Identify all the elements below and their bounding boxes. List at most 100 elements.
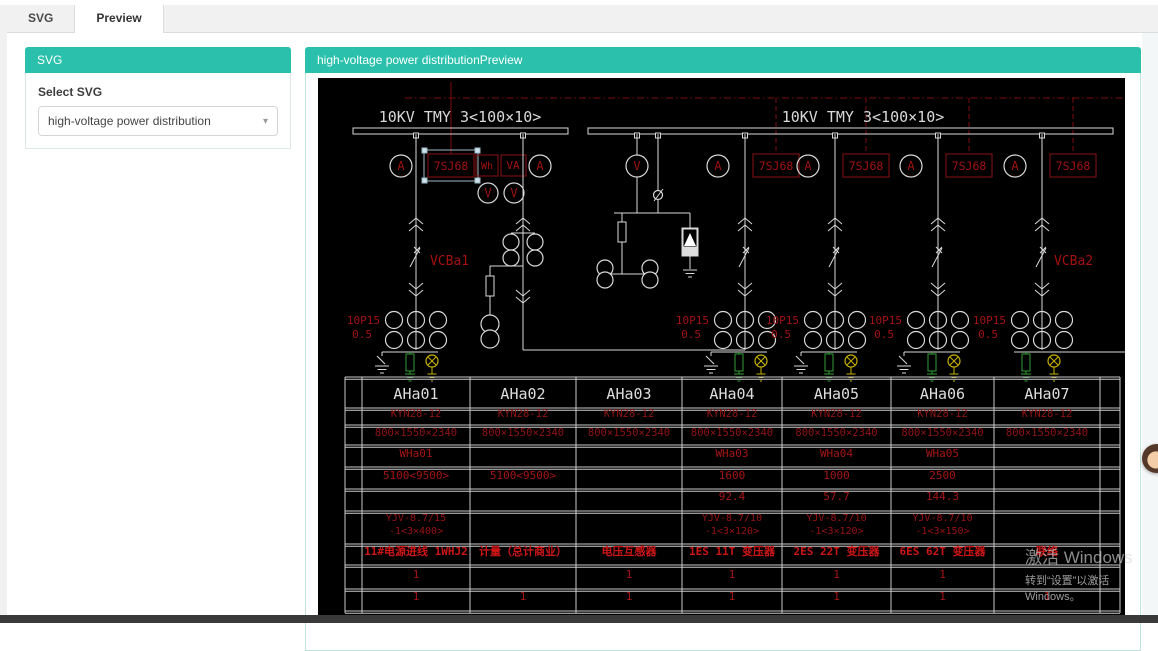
ct-ratio-label: 0.5 bbox=[771, 328, 791, 341]
svg-select-value: high-voltage power distribution bbox=[48, 114, 211, 128]
table-cell: 1 bbox=[626, 590, 633, 603]
relay-box-label: 7SJ68 bbox=[1056, 159, 1091, 173]
feeder-aha06: A 7SJ68 10P150.5 bbox=[869, 134, 992, 381]
table-cell: 2500 bbox=[929, 469, 956, 482]
table-header-cell: AHa02 bbox=[500, 385, 545, 403]
tab-preview[interactable]: Preview bbox=[74, 5, 163, 33]
busbar-2: 10KV TMY 3<100×10> bbox=[588, 108, 1113, 134]
table-cell: KYN28-12 bbox=[917, 408, 968, 420]
table-cell: YJV-8.7/10 bbox=[806, 513, 866, 524]
table-cell: 800×1550×2340 bbox=[482, 427, 564, 439]
table-cell: -1<3×120> bbox=[705, 526, 759, 537]
tab-svg[interactable]: SVG bbox=[7, 5, 74, 32]
ammeter-icon: A bbox=[1011, 159, 1019, 173]
table-cell: 1ES 11T 变压器 bbox=[689, 544, 776, 558]
ct-ratio-label: 10P15 bbox=[676, 314, 709, 327]
table-cell: KYN28-12 bbox=[1022, 408, 1073, 420]
ct-ratio-label: 10P15 bbox=[869, 314, 902, 327]
table-cell: 计量（总计商业） bbox=[479, 544, 567, 558]
breaker-label: VCBa1 bbox=[430, 254, 469, 269]
table-cell: 11#电源进线 1WHJ2 bbox=[364, 544, 468, 558]
table-cell: 1 bbox=[626, 568, 633, 581]
voltmeter-icon: V bbox=[484, 186, 491, 200]
feeder-aha07: A7SJ68VCBa210P150.5 bbox=[973, 134, 1125, 381]
wh-meter-label: Wh bbox=[481, 161, 493, 172]
table-cell: 144.3 bbox=[926, 490, 959, 503]
sld-preview-canvas[interactable]: 10KV TMY 3<100×10> 10KV TMY 3<100×10> A 7SJ… bbox=[318, 78, 1125, 616]
table-cell: 1000 bbox=[823, 469, 850, 482]
bus-label: 10KV TMY 3<100×10> bbox=[782, 108, 945, 126]
svg-select-dropdown[interactable]: high-voltage power distribution ▾ bbox=[38, 106, 278, 136]
feeder-aha04: A7SJ6810P150.5 bbox=[676, 134, 799, 381]
table-cell: 57.7 bbox=[823, 490, 850, 503]
bottom-bar bbox=[0, 615, 1158, 623]
ct-ratio-label: 0.5 bbox=[681, 328, 701, 341]
table-cell: 电压互感器 bbox=[602, 544, 658, 558]
ct-ratio-label: 10P15 bbox=[347, 314, 380, 327]
table-cell: 92.4 bbox=[719, 490, 746, 503]
table-cell: 6ES 62T 变压器 bbox=[900, 544, 987, 558]
ammeter-icon: A bbox=[804, 159, 812, 173]
svg-select-panel-title: SVG bbox=[25, 47, 291, 73]
ammeter-icon: A bbox=[536, 159, 544, 173]
table-cell: 1 bbox=[413, 590, 420, 603]
va-meter-label: VA bbox=[506, 159, 520, 172]
table-cell: -1<3×120> bbox=[809, 526, 863, 537]
table-cell: 1600 bbox=[719, 469, 746, 482]
relay-box-label: 7SJ68 bbox=[952, 159, 987, 173]
select-svg-label: Select SVG bbox=[38, 85, 278, 99]
page-left-gutter bbox=[0, 5, 7, 623]
preview-panel-title: high-voltage power distributionPreview bbox=[305, 47, 1141, 73]
table-cell: -1<3×400> bbox=[389, 526, 443, 537]
page-right-gutter bbox=[1142, 33, 1158, 615]
table-cell: YJV-8.7/15 bbox=[386, 513, 446, 524]
table-cell: 1 bbox=[939, 568, 946, 581]
table-cell: 1 bbox=[833, 568, 840, 581]
table-cell: KYN28-12 bbox=[391, 408, 442, 420]
busbar-1: 10KV TMY 3<100×10> bbox=[353, 108, 568, 134]
table-header-cell: AHa04 bbox=[709, 385, 754, 403]
table-cell: KYN28-12 bbox=[604, 408, 655, 420]
table-cell: 1 bbox=[1044, 590, 1051, 603]
preview-panel-body: 10KV TMY 3<100×10> 10KV TMY 3<100×10> A 7SJ… bbox=[305, 73, 1141, 651]
table-cell: 1 bbox=[939, 590, 946, 603]
voltmeter-icon: V bbox=[633, 159, 640, 173]
ct-ratio-label: 0.5 bbox=[352, 328, 372, 341]
table-cell: 5100<9500> bbox=[490, 469, 557, 482]
ammeter-icon: A bbox=[907, 159, 915, 173]
table-cell: -1<3×150> bbox=[915, 526, 969, 537]
svg-select-panel-body: Select SVG high-voltage power distributi… bbox=[25, 73, 291, 149]
table-cell: 800×1550×2340 bbox=[588, 427, 670, 439]
ct-ratio-label: 10P15 bbox=[973, 314, 1006, 327]
table-cell: WHa04 bbox=[820, 447, 853, 460]
table-cell: 800×1550×2340 bbox=[901, 427, 983, 439]
table-cell: KYN28-12 bbox=[707, 408, 758, 420]
table-cell: WHa03 bbox=[715, 447, 748, 460]
relay-box-label: 7SJ68 bbox=[759, 159, 794, 173]
table-cell: 1 bbox=[833, 590, 840, 603]
feeder-aha01: A7SJ68WhVAAVVVCBa110P150.5 bbox=[347, 134, 551, 381]
relay-box-label: 7SJ68 bbox=[434, 159, 469, 173]
ct-ratio-label: 0.5 bbox=[978, 328, 998, 341]
table-header-cell: AHa05 bbox=[814, 385, 859, 403]
relay-box-label: 7SJ68 bbox=[849, 159, 884, 173]
table-header-cell: AHa07 bbox=[1024, 385, 1069, 403]
table-cell: 1 bbox=[520, 590, 527, 603]
ammeter-icon: A bbox=[714, 159, 722, 173]
table-cell: WHa05 bbox=[926, 447, 959, 460]
ct-ratio-label: 10P15 bbox=[766, 314, 799, 327]
table-header-cell: AHa06 bbox=[920, 385, 965, 403]
voltmeter-icon: V bbox=[510, 186, 517, 200]
table-cell: 5100<9500> bbox=[383, 469, 450, 482]
table-cell: 1 bbox=[729, 590, 736, 603]
table-header-cell: AHa01 bbox=[393, 385, 438, 403]
table-cell: KYN28-12 bbox=[498, 408, 549, 420]
table-header-cell: AHa03 bbox=[606, 385, 651, 403]
table-cell: 联络 bbox=[1036, 544, 1058, 558]
preview-panel: high-voltage power distributionPreview 1… bbox=[305, 47, 1141, 651]
bus-label: 10KV TMY 3<100×10> bbox=[379, 108, 542, 126]
ct-ratio-label: 0.5 bbox=[874, 328, 894, 341]
table-cell: 1 bbox=[729, 568, 736, 581]
table-cell: KYN28-12 bbox=[811, 408, 862, 420]
table-cell: YJV-8.7/10 bbox=[702, 513, 762, 524]
